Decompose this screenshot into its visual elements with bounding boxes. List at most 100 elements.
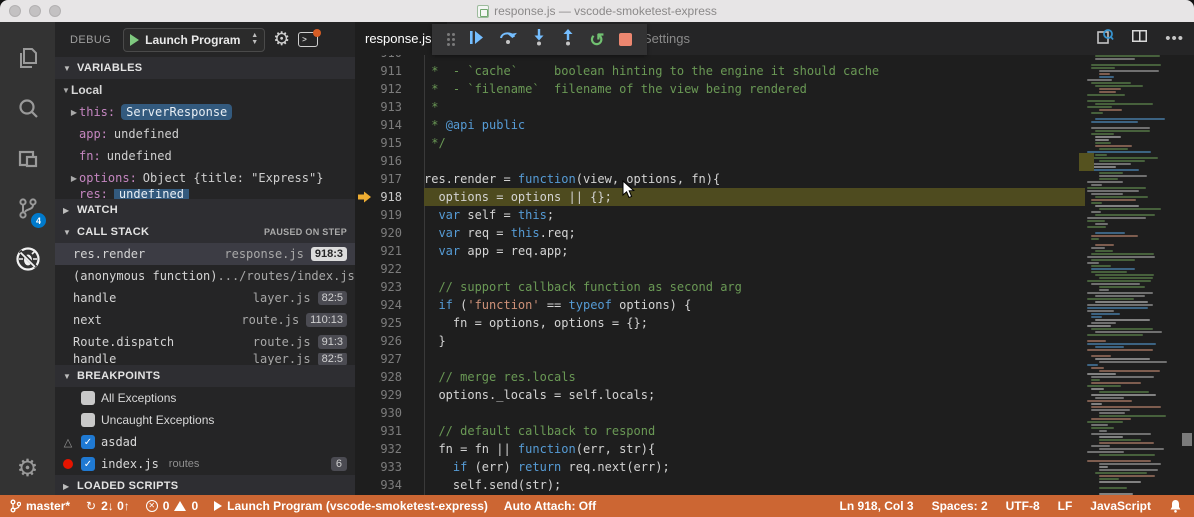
code-line[interactable]: 934 self.send(str);: [355, 476, 1085, 494]
line-number[interactable]: 917: [373, 170, 402, 188]
callstack-frame-row[interactable]: (anonymous function).../routes/index.js: [55, 265, 355, 287]
code-line[interactable]: 920 var req = this.req;: [355, 224, 1085, 242]
problems-status[interactable]: ✕ 0 0: [146, 499, 198, 513]
line-number[interactable]: 931: [373, 422, 402, 440]
variable-row[interactable]: ▶this:ServerResponse: [55, 101, 355, 123]
line-number[interactable]: 922: [373, 260, 402, 278]
configure-gear-icon[interactable]: ⚙: [273, 30, 290, 49]
code-line[interactable]: 925 fn = options, options = {};: [355, 314, 1085, 332]
stop-button[interactable]: [619, 33, 632, 46]
more-actions-icon[interactable]: •••: [1165, 30, 1184, 47]
eol-status[interactable]: LF: [1058, 499, 1073, 513]
line-number[interactable]: 927: [373, 350, 402, 368]
breakpoints-section-header[interactable]: ▼ BREAKPOINTS: [55, 365, 355, 387]
code-line[interactable]: 933 if (err) return req.next(err);: [355, 458, 1085, 476]
line-number[interactable]: 933: [373, 458, 402, 476]
line-number[interactable]: 912: [373, 80, 402, 98]
code-line[interactable]: 923 // support callback function as seco…: [355, 278, 1085, 296]
cursor-position-status[interactable]: Ln 918, Col 3: [840, 499, 914, 513]
continue-button[interactable]: [469, 30, 484, 50]
code-line[interactable]: 913 *: [355, 98, 1085, 116]
line-number[interactable]: 926: [373, 332, 402, 350]
callstack-frame-row[interactable]: handlelayer.js82:5: [55, 353, 355, 365]
activity-search-icon[interactable]: [0, 84, 55, 134]
breakpoint-checkbox[interactable]: [81, 391, 95, 405]
indentation-status[interactable]: Spaces: 2: [932, 499, 988, 513]
line-number[interactable]: 921: [373, 242, 402, 260]
git-branch-status[interactable]: master*: [10, 499, 70, 513]
line-number[interactable]: 916: [373, 152, 402, 170]
code-line[interactable]: 932 fn = fn || function(err, str){: [355, 440, 1085, 458]
breakpoint-row[interactable]: △✓asdad: [55, 431, 355, 453]
callstack-section-header[interactable]: ▼ CALL STACK PAUSED ON STEP: [55, 221, 355, 243]
scrollbar-thumb[interactable]: [1182, 433, 1192, 446]
start-debug-icon[interactable]: [130, 34, 139, 46]
debug-console-icon[interactable]: >: [298, 32, 318, 47]
watch-section-header[interactable]: ▶ WATCH: [55, 199, 355, 221]
breakpoint-checkbox[interactable]: [81, 413, 95, 427]
line-number[interactable]: 934: [373, 476, 402, 494]
code-line[interactable]: 922: [355, 260, 1085, 278]
line-number[interactable]: 925: [373, 314, 402, 332]
tab-settings[interactable]: Settings: [643, 22, 690, 55]
line-number[interactable]: 928: [373, 368, 402, 386]
code-line[interactable]: 914 * @api public: [355, 116, 1085, 134]
code-line[interactable]: 921 var app = req.app;: [355, 242, 1085, 260]
line-number[interactable]: 919: [373, 206, 402, 224]
auto-attach-status[interactable]: Auto Attach: Off: [504, 499, 596, 513]
scope-row[interactable]: ▼ Local: [55, 79, 355, 101]
code-line[interactable]: 927: [355, 350, 1085, 368]
code-line[interactable]: 911 * - `cache` boolean hinting to the e…: [355, 62, 1085, 80]
toolbar-drag-grip[interactable]: [447, 33, 455, 46]
variables-section-header[interactable]: ▼ VARIABLES: [55, 57, 355, 79]
line-number[interactable]: 913: [373, 98, 402, 116]
variable-row[interactable]: fn:undefined: [55, 145, 355, 167]
step-out-button[interactable]: [561, 29, 575, 51]
code-line[interactable]: 924 if ('function' == typeof options) {: [355, 296, 1085, 314]
line-number[interactable]: 915: [373, 134, 402, 152]
breakpoint-checkbox[interactable]: ✓: [81, 457, 95, 471]
variable-row[interactable]: res:undefined: [55, 189, 355, 199]
editor-scrollbar[interactable]: [1180, 55, 1194, 495]
line-number[interactable]: 911: [373, 62, 402, 80]
code-line[interactable]: 931 // default callback to respond: [355, 422, 1085, 440]
restart-button[interactable]: ↺: [589, 31, 604, 49]
code-area[interactable]: 910 *911 * - `cache` boolean hinting to …: [355, 55, 1085, 495]
manage-gear-icon[interactable]: ⚙: [17, 457, 39, 481]
line-number[interactable]: 932: [373, 440, 402, 458]
code-line[interactable]: 926 }: [355, 332, 1085, 350]
activity-source-control-icon[interactable]: 4: [0, 184, 55, 234]
breakpoint-row[interactable]: Uncaught Exceptions: [55, 409, 355, 431]
loaded-scripts-section-header[interactable]: ▶ LOADED SCRIPTS: [55, 475, 355, 495]
open-preview-icon[interactable]: [1097, 28, 1114, 50]
code-line[interactable]: 929 options._locals = self.locals;: [355, 386, 1085, 404]
breakpoint-checkbox[interactable]: ✓: [81, 435, 95, 449]
step-over-button[interactable]: [499, 29, 517, 50]
code-line[interactable]: 915 */: [355, 134, 1085, 152]
zoom-window-button[interactable]: [49, 5, 61, 17]
debug-session-status[interactable]: Launch Program (vscode-smoketest-express…: [214, 499, 488, 513]
code-line[interactable]: 928 // merge res.locals: [355, 368, 1085, 386]
launch-config-dropdown[interactable]: Launch Program ▲▼: [123, 28, 265, 52]
activity-explorer-icon[interactable]: [0, 34, 55, 84]
step-into-button[interactable]: [532, 29, 546, 51]
line-number[interactable]: 923: [373, 278, 402, 296]
language-status[interactable]: JavaScript: [1090, 499, 1151, 513]
code-line[interactable]: 912 * - `filename` filename of the view …: [355, 80, 1085, 98]
code-line[interactable]: 917res.render = function(view, options, …: [355, 170, 1085, 188]
callstack-frame-row[interactable]: nextroute.js110:13: [55, 309, 355, 331]
line-number[interactable]: 918: [373, 188, 402, 206]
minimize-window-button[interactable]: [29, 5, 41, 17]
line-number[interactable]: 910: [373, 55, 402, 62]
line-number[interactable]: 914: [373, 116, 402, 134]
close-window-button[interactable]: [9, 5, 21, 17]
debug-current-line-arrow-icon[interactable]: [355, 191, 373, 203]
callstack-frame-row[interactable]: handlelayer.js82:5: [55, 287, 355, 309]
breakpoint-row[interactable]: ✓index.jsroutes6: [55, 453, 355, 475]
line-number[interactable]: 930: [373, 404, 402, 422]
notifications-bell-icon[interactable]: [1169, 499, 1182, 513]
code-line[interactable]: 910 *: [355, 55, 1085, 62]
variable-row[interactable]: app:undefined: [55, 123, 355, 145]
sync-status[interactable]: ↻ 2↓ 0↑: [86, 499, 130, 513]
breakpoint-row[interactable]: All Exceptions: [55, 387, 355, 409]
